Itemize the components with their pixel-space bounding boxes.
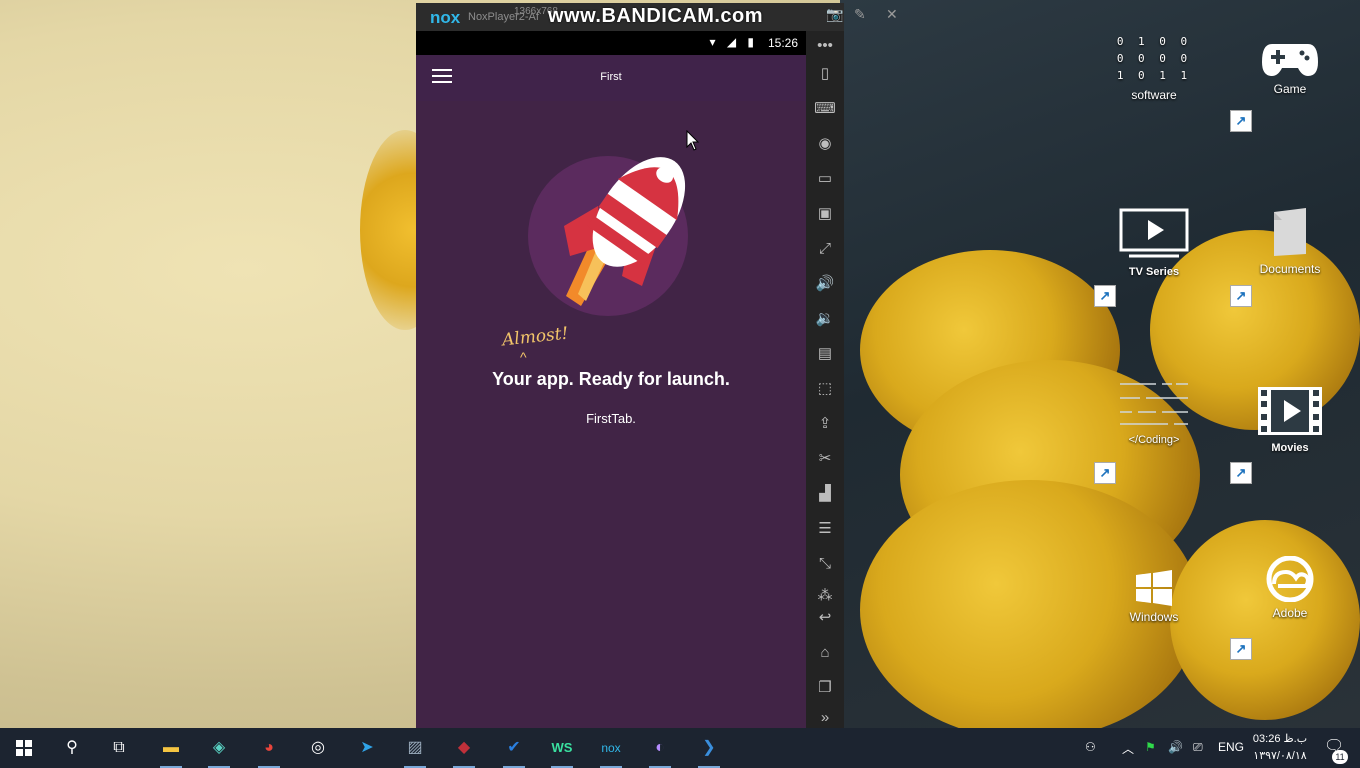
gamepad-icon [1262, 44, 1318, 76]
almost-tag: Almost! [501, 323, 570, 351]
bandicam-watermark: www.BANDICAM.com [548, 5, 764, 27]
home-icon[interactable]: ⌂ [806, 638, 844, 668]
desktop-icon-game[interactable]: Game [1245, 40, 1335, 96]
desktop-icon-tv-series[interactable]: TV Series [1109, 208, 1199, 278]
desktop-icon-adobe[interactable]: Adobe [1245, 556, 1335, 620]
status-icons: ▾ ◢ ▮ [709, 35, 758, 49]
shortcut-arrow-icon: ↗ [1094, 285, 1116, 307]
todo-check-icon[interactable]: ✔ [497, 732, 531, 768]
first-tab-text: FirstTab. [586, 411, 636, 426]
nox-player-window: nox NoxPlayer2-Af 1366x768 www.BANDICAM.… [416, 3, 898, 728]
volume-up-icon[interactable]: 🔊 [806, 269, 844, 299]
app-bar: First [416, 55, 806, 101]
page-title: First [600, 71, 622, 83]
shortcut-arrow-icon: ↗ [1230, 638, 1252, 660]
desktop-icon-coding[interactable]: </Coding> [1109, 378, 1199, 446]
android-status-bar: ▾ ◢ ▮ 15:26 [416, 31, 806, 55]
windows-logo-icon [1136, 570, 1172, 606]
flag-icon[interactable]: ⚑ [1145, 740, 1156, 754]
taskbar-clock[interactable]: 03:26 ب.ظ ۱۳۹۷/۰۸/۱۸ [1248, 731, 1312, 765]
image-app-icon[interactable]: ▨ [398, 732, 432, 768]
clock-date: ۱۳۹۷/۰۸/۱۸ [1253, 750, 1307, 762]
desktop-icon-label: Windows [1129, 610, 1179, 624]
people-icon[interactable]: ⚇ [1085, 740, 1096, 754]
multi-instance-icon[interactable]: ▟ [806, 479, 844, 509]
desktop-icon-movies[interactable]: Movies [1245, 386, 1335, 454]
powershell-icon[interactable]: ❯ [692, 732, 726, 768]
desktop-icon-label: Movies [1271, 442, 1309, 454]
notification-badge: 11 [1332, 750, 1348, 764]
location-icon[interactable]: ◉ [806, 129, 844, 159]
app-diamond-icon[interactable]: ◈ [202, 732, 236, 768]
macro-icon[interactable]: ⬚ [806, 374, 844, 404]
document-icon [1274, 208, 1306, 256]
film-strip-icon [1258, 387, 1322, 435]
webstorm-icon[interactable]: WS [545, 732, 579, 768]
desktop-icon-software[interactable]: 0 1 0 0 0 0 0 0 1 0 1 1 software [1109, 33, 1199, 102]
camera-icon[interactable]: 📷 [826, 6, 843, 23]
more-icon[interactable]: ••• [806, 31, 844, 61]
desktop-icon-label: software [1131, 88, 1177, 102]
phone-shake-icon[interactable]: ▯ [806, 59, 844, 89]
desktop-icon-label: Documents [1259, 262, 1321, 276]
app-content: Almost! ^ Your app. Ready for launch. Fi… [416, 101, 806, 728]
restore-icon[interactable]: ⤡ [806, 549, 844, 579]
launch-headline: Your app. Ready for launch. [492, 369, 730, 389]
screen-icon[interactable]: ▭ [806, 164, 844, 194]
circle-app-icon[interactable]: ◎ [301, 732, 335, 764]
install-icon[interactable]: ⇪ [806, 409, 844, 439]
nox-taskbar-icon[interactable]: nox [594, 732, 628, 768]
desktop-icon-windows[interactable]: Windows [1109, 570, 1199, 624]
github-desktop-icon[interactable]: ◐ [643, 732, 677, 768]
desktop-icon-documents[interactable]: Documents [1245, 206, 1335, 276]
file-explorer-icon[interactable]: ▬ [154, 732, 188, 768]
keyboard-icon[interactable]: ⌨ [806, 94, 844, 124]
shortcut-arrow-icon: ↗ [1094, 462, 1116, 484]
chevron-up-icon[interactable]: ︿ [1122, 740, 1134, 757]
red-diamond-icon[interactable]: ◆ [447, 732, 481, 768]
back-icon[interactable]: ↩ [806, 603, 844, 633]
start-button[interactable] [7, 732, 41, 764]
menu-icon[interactable]: ☰ [806, 514, 844, 544]
telegram-icon[interactable]: ➤ [350, 732, 384, 764]
almost-caret: ^ [520, 349, 527, 365]
windows-taskbar: ⚲ ⧉ ▬ ◈ ◕ ◎ ➤ ▨ ◆ ✔ WS nox ◐ ❯ ⚇ ︿ ⚑ 🔊 ⎚… [0, 728, 1360, 768]
apk-icon[interactable]: ▣ [806, 199, 844, 229]
pen-icon[interactable]: ✎ [854, 6, 866, 23]
status-time: 15:26 [767, 36, 798, 50]
recents-icon[interactable]: ❐ [806, 673, 844, 703]
rocket-icon [528, 156, 688, 316]
nox-side-toolbar: ••• ▯ ⌨ ◉ ▭ ▣ ⤢ 🔊 🔉 ▤ ⬚ ⇪ ✂ ▟ ☰ ⤡ ⁂ ↩ ⌂ … [806, 31, 844, 728]
volume-icon[interactable]: 🔊 [1168, 740, 1183, 754]
desktop-icon-label: </Coding> [1128, 434, 1180, 446]
android-screen: ▾ ◢ ▮ 15:26 First Almost! ^ Your app. Re… [416, 31, 806, 728]
search-icon[interactable]: ⚲ [55, 732, 89, 764]
fullscreen-icon[interactable]: ⤢ [806, 234, 844, 264]
code-lines-icon [1120, 383, 1188, 425]
desktop-icon-label: Adobe [1272, 606, 1308, 620]
desktop-icon-label: Game [1273, 82, 1307, 96]
creative-cloud-icon [1266, 556, 1314, 602]
nox-title-bar[interactable]: nox NoxPlayer2-Af 1366x768 www.BANDICAM.… [416, 3, 898, 31]
desktop-icon-label: TV Series [1128, 266, 1180, 278]
shortcut-arrow-icon: ↗ [1230, 462, 1252, 484]
cut-icon[interactable]: ✂ [806, 444, 844, 474]
task-view-icon[interactable]: ⧉ [102, 732, 136, 764]
screenshot-icon[interactable]: ▤ [806, 339, 844, 369]
close-icon[interactable]: ✕ [886, 6, 898, 23]
language-indicator[interactable]: ENG [1218, 740, 1244, 754]
nox-logo: nox [430, 8, 461, 27]
mouse-cursor-icon [686, 130, 700, 151]
windows-logo-icon [16, 740, 32, 756]
shortcut-arrow-icon: ↗ [1230, 110, 1252, 132]
volume-down-icon[interactable]: 🔉 [806, 304, 844, 334]
tv-play-icon [1119, 208, 1189, 258]
network-icon[interactable]: ⎚ [1193, 740, 1203, 755]
chrome-icon[interactable]: ◕ [252, 732, 286, 768]
binary-icon: 0 1 0 0 0 0 0 0 1 0 1 1 [1116, 35, 1192, 82]
shortcut-arrow-icon: ↗ [1230, 285, 1252, 307]
clock-time: 03:26 ب.ظ [1252, 733, 1308, 745]
